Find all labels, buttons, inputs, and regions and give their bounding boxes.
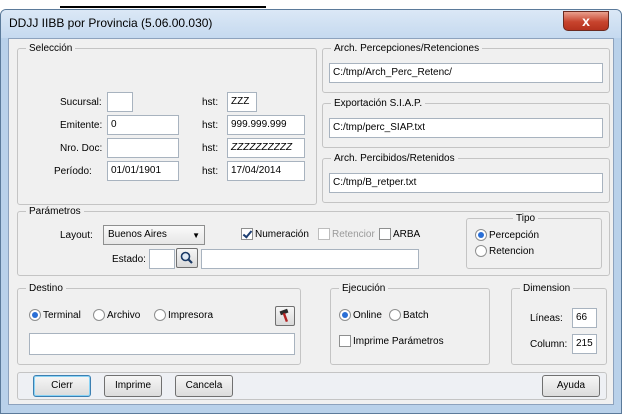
- imprime-parametros-checkbox[interactable]: Imprime Parámetros: [339, 335, 444, 347]
- periodo-label: Período:: [54, 166, 92, 177]
- exportacion-legend: Exportación S.I.A.P.: [334, 98, 423, 109]
- percibidos-path-input[interactable]: C:/tmp/B_retper.txt: [329, 173, 603, 193]
- sucursal-from-input[interactable]: [107, 92, 133, 112]
- periodo-to-label: hst:: [202, 166, 219, 177]
- layout-select[interactable]: Buenos Aires ▼: [103, 225, 205, 245]
- destino-archivo-radio[interactable]: Archivo: [93, 309, 140, 321]
- estado-description-input[interactable]: [201, 249, 419, 269]
- periodo-from-input[interactable]: 01/01/1901: [107, 161, 179, 181]
- percibidos-legend: Arch. Percibidos/Retenidos: [334, 153, 455, 164]
- ejecucion-online-radio[interactable]: Online: [339, 309, 382, 321]
- emitente-from-input[interactable]: 0: [107, 115, 179, 135]
- destino-path-input[interactable]: [29, 333, 295, 355]
- destino-impresora-radio[interactable]: Impresora: [154, 309, 213, 321]
- nro-doc-from-input[interactable]: [107, 138, 179, 158]
- estado-search-button[interactable]: [176, 248, 198, 268]
- radio-icon: [475, 245, 487, 257]
- arba-checkbox[interactable]: ARBA: [379, 228, 420, 240]
- sucursal-label: Sucursal:: [60, 97, 102, 108]
- exportacion-path-input[interactable]: C:/tmp/perc_SIAP.txt: [329, 118, 603, 138]
- nro-doc-label: Nro. Doc:: [60, 143, 103, 154]
- destino-legend: Destino: [29, 283, 63, 294]
- arba-label: ARBA: [393, 228, 421, 240]
- checkbox-icon: [318, 228, 330, 240]
- tipo-retencion-radio[interactable]: Retencion: [475, 245, 534, 257]
- layout-select-value: Buenos Aires: [108, 229, 167, 240]
- destino-archivo-label: Archivo: [107, 309, 141, 321]
- sucursal-to-input[interactable]: ZZZ: [227, 92, 257, 112]
- estado-label: Estado:: [112, 254, 146, 265]
- tipo-group: Tipo: [466, 213, 602, 269]
- tipo-retencion-label: Retencion: [489, 245, 535, 257]
- tipo-percepcion-radio[interactable]: Percepción: [475, 229, 539, 241]
- retencion-label: Retencior: [332, 228, 375, 240]
- ejecucion-group: Ejecución: [330, 283, 490, 365]
- cancela-button[interactable]: Cancela: [175, 375, 233, 397]
- destino-tool-button[interactable]: [275, 306, 295, 326]
- radio-icon: [154, 309, 166, 321]
- dimension-legend: Dimension: [523, 283, 571, 294]
- radio-icon: [339, 309, 351, 321]
- tipo-legend: Tipo: [516, 213, 536, 224]
- lineas-input[interactable]: 66: [572, 308, 597, 328]
- emitente-to-label: hst:: [202, 120, 219, 131]
- dialog-client-area: Selección Sucursal: hst: ZZZ Emitente: 0…: [8, 38, 614, 405]
- checkbox-icon: [241, 228, 253, 240]
- title-bar: DDJJ IIBB por Provincia (5.06.00.030) x: [1, 10, 621, 38]
- destino-impresora-label: Impresora: [168, 309, 214, 321]
- column-input[interactable]: 215: [572, 334, 597, 354]
- numeracion-label: Numeración: [255, 228, 309, 240]
- chevron-down-icon: ▼: [192, 231, 200, 240]
- ayuda-button[interactable]: Ayuda: [542, 375, 600, 397]
- nro-doc-to-label: hst:: [202, 143, 219, 154]
- tipo-percepcion-label: Percepción: [489, 229, 540, 241]
- emitente-label: Emitente:: [60, 120, 103, 131]
- radio-icon: [389, 309, 401, 321]
- hammer-icon: [279, 308, 289, 323]
- checkbox-icon: [339, 335, 351, 347]
- sucursal-to-label: hst:: [202, 97, 219, 108]
- dialog-window: DDJJ IIBB por Provincia (5.06.00.030) x …: [0, 9, 622, 414]
- numeracion-checkbox[interactable]: Numeración: [241, 228, 309, 240]
- seleccion-legend: Selección: [29, 43, 73, 54]
- nro-doc-to-input[interactable]: ZZZZZZZZZZ: [227, 138, 305, 158]
- radio-icon: [475, 229, 487, 241]
- search-icon: [180, 251, 193, 264]
- column-label: Column:: [530, 339, 568, 350]
- estado-input[interactable]: [149, 249, 175, 269]
- lineas-label: Líneas:: [530, 313, 563, 324]
- ejecucion-legend: Ejecución: [342, 283, 386, 294]
- emitente-to-input[interactable]: 999.999.999: [227, 115, 305, 135]
- percepciones-path-input[interactable]: C:/tmp/Arch_Perc_Retenc/: [329, 63, 603, 83]
- close-button[interactable]: x: [563, 11, 609, 31]
- ejecucion-batch-label: Batch: [403, 309, 429, 321]
- retencion-checkbox: Retencior: [318, 228, 375, 240]
- imprime-button[interactable]: Imprime: [104, 375, 162, 397]
- periodo-to-input[interactable]: 17/04/2014: [227, 161, 305, 181]
- ejecucion-batch-radio[interactable]: Batch: [389, 309, 429, 321]
- percepciones-legend: Arch. Percepciones/Retenciones: [334, 43, 480, 54]
- window-title: DDJJ IIBB por Provincia (5.06.00.030): [9, 16, 213, 30]
- radio-icon: [93, 309, 105, 321]
- destino-terminal-label: Terminal: [43, 309, 81, 321]
- imprime-parametros-label: Imprime Parámetros: [353, 335, 444, 347]
- parametros-legend: Parámetros: [29, 206, 81, 217]
- layout-label: Layout:: [60, 230, 93, 241]
- cierre-button[interactable]: Cierr: [33, 375, 91, 397]
- checkbox-icon: [379, 228, 391, 240]
- top-decorative-line: [60, 6, 266, 8]
- ejecucion-online-label: Online: [353, 309, 382, 321]
- destino-terminal-radio[interactable]: Terminal: [29, 309, 81, 321]
- radio-icon: [29, 309, 41, 321]
